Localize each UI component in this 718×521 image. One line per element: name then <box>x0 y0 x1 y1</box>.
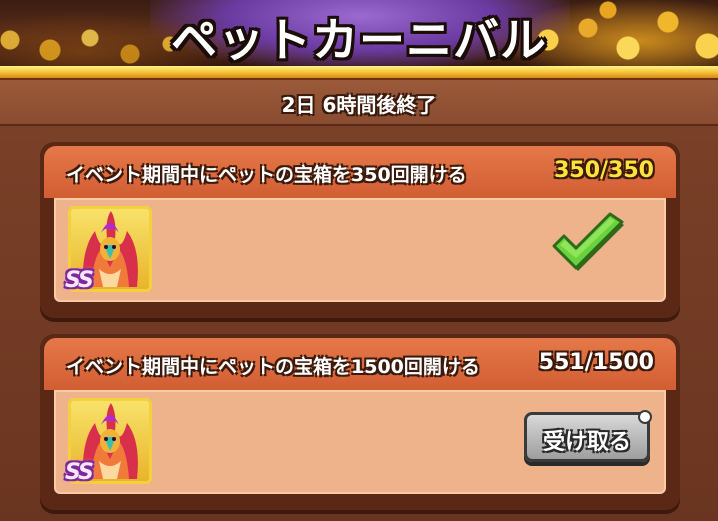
page-title: ペットカーニバル <box>171 13 547 67</box>
mission-description: イベント期間中にペットの宝箱を1500回開ける <box>66 356 480 378</box>
timer-bar: 2日 6時間後終了 <box>0 80 718 126</box>
check-icon <box>552 212 624 271</box>
mission-progress: 551/1500 <box>538 350 654 375</box>
mission-header: イベント期間中にペットの宝箱を350回開ける 350/350 <box>44 146 676 198</box>
mission-description: イベント期間中にペットの宝箱を350回開ける <box>66 164 467 186</box>
reward-item[interactable]: SS <box>65 398 152 485</box>
rank-badge: SS <box>65 460 94 485</box>
mission-body: SS 受け取る <box>54 390 666 494</box>
reward-item[interactable]: SS <box>65 206 152 293</box>
mission-card: イベント期間中にペットの宝箱を1500回開ける 551/1500 SS 受け取る <box>40 334 680 510</box>
rank-badge: SS <box>65 268 94 293</box>
event-header: ペットカーニバル <box>0 0 718 68</box>
mission-card: イベント期間中にペットの宝箱を350回開ける 350/350 SS <box>40 142 680 318</box>
mission-body: SS <box>54 198 666 302</box>
notification-dot <box>638 410 652 424</box>
mission-progress: 350/350 <box>554 158 654 183</box>
mission-header: イベント期間中にペットの宝箱を1500回開ける 551/1500 <box>44 338 676 390</box>
claim-button-label: 受け取る <box>542 430 631 455</box>
claim-button[interactable]: 受け取る <box>524 410 652 462</box>
remaining-time: 2日 6時間後終了 <box>281 93 437 117</box>
header-gold-stripe <box>0 66 718 80</box>
mission-list[interactable]: イベント期間中にペットの宝箱を350回開ける 350/350 SS イベント期間… <box>0 126 718 521</box>
